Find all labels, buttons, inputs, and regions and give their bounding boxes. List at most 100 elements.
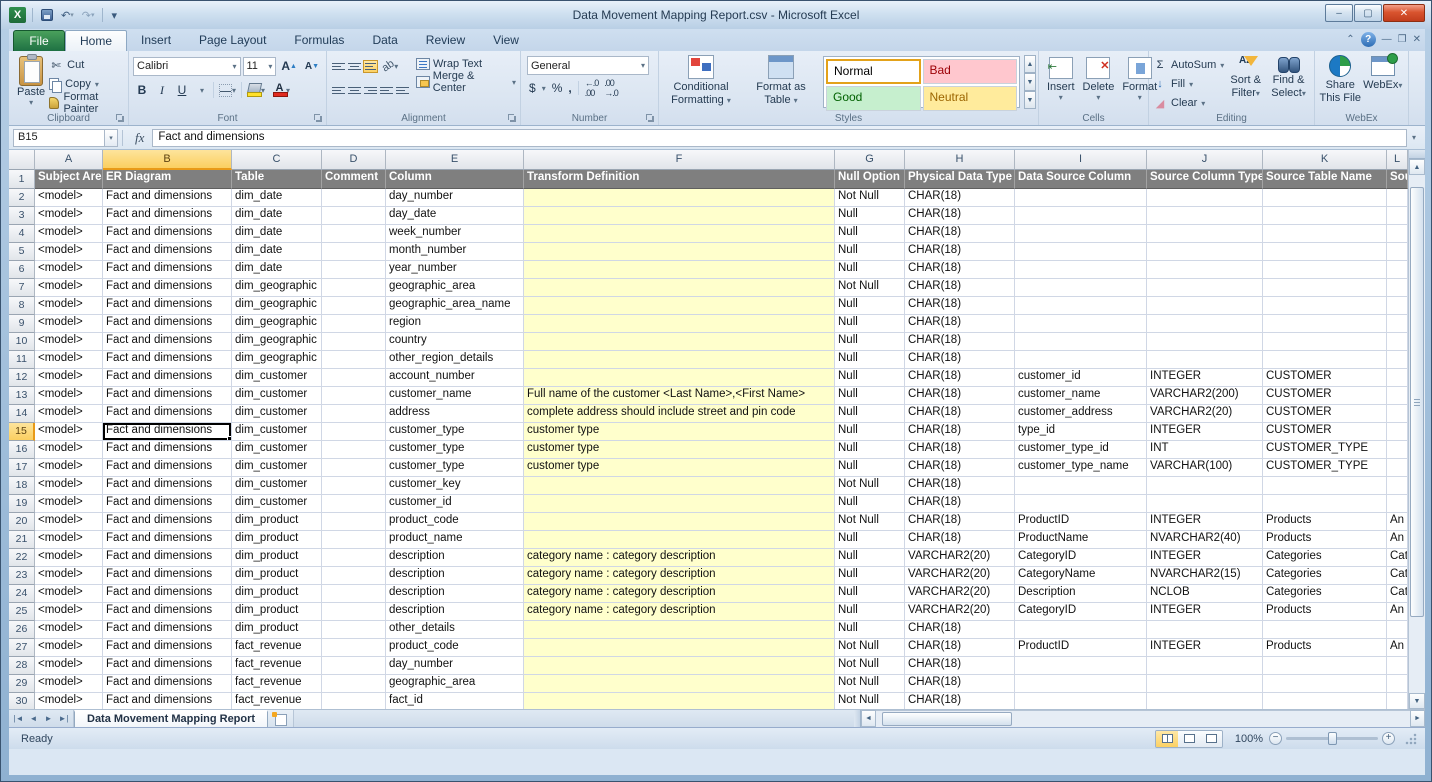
row-header-10[interactable]: 10	[9, 333, 35, 351]
cell[interactable]: Source Table Name	[1263, 170, 1387, 189]
cell[interactable]: Fact and dimensions	[103, 675, 232, 693]
grow-font-button[interactable]: A▲	[278, 57, 300, 76]
insert-cells-button[interactable]: Insert▾	[1043, 54, 1079, 111]
zoom-in-icon[interactable]: +	[1382, 732, 1395, 745]
cell[interactable]: <model>	[35, 189, 103, 207]
row-header-12[interactable]: 12	[9, 369, 35, 387]
cell[interactable]	[1147, 333, 1263, 351]
cell[interactable]: Fact and dimensions	[103, 387, 232, 405]
row-header-20[interactable]: 20	[9, 513, 35, 531]
cell[interactable]	[1263, 207, 1387, 225]
cell[interactable]: customer_id	[1015, 369, 1147, 387]
cell[interactable]	[1015, 189, 1147, 207]
cell[interactable]: INTEGER	[1147, 369, 1263, 387]
cell[interactable]	[1015, 333, 1147, 351]
help-icon[interactable]: ?	[1361, 32, 1376, 47]
cell[interactable]	[322, 657, 386, 675]
cell[interactable]: <model>	[35, 225, 103, 243]
cell[interactable]: dim_product	[232, 621, 322, 639]
cell[interactable]	[1387, 243, 1408, 261]
cell[interactable]: dim_product	[232, 603, 322, 621]
cell[interactable]	[524, 513, 835, 531]
font-color-button[interactable]: A▾	[270, 81, 293, 100]
cell[interactable]: dim_date	[232, 207, 322, 225]
cell[interactable]: Null Option	[835, 170, 905, 189]
fill-button[interactable]: ↓Fill▾	[1153, 76, 1224, 92]
minimize-button[interactable]: –	[1325, 4, 1353, 22]
cell[interactable]	[1147, 675, 1263, 693]
cell[interactable]	[322, 567, 386, 585]
cell[interactable]: <model>	[35, 675, 103, 693]
cell[interactable]: <model>	[35, 387, 103, 405]
cell[interactable]: dim_date	[232, 243, 322, 261]
cell[interactable]	[1147, 315, 1263, 333]
selection-fill-handle[interactable]	[227, 436, 231, 440]
row-header-8[interactable]: 8	[9, 297, 35, 315]
cell[interactable]: product_code	[386, 639, 524, 657]
cell[interactable]: CHAR(18)	[905, 333, 1015, 351]
row-header-3[interactable]: 3	[9, 207, 35, 225]
row-header-9[interactable]: 9	[9, 315, 35, 333]
cell[interactable]: customer_key	[386, 477, 524, 495]
cell[interactable]	[1263, 693, 1387, 709]
scrollbar-track[interactable]	[876, 710, 1410, 727]
cell[interactable]: CategoryID	[1015, 603, 1147, 621]
vertical-scrollbar[interactable]: ▲ ▼	[1408, 150, 1425, 709]
cell[interactable]: country	[386, 333, 524, 351]
cell[interactable]: ProductID	[1015, 513, 1147, 531]
cell[interactable]: Fact and dimensions	[103, 279, 232, 297]
cell[interactable]	[1387, 333, 1408, 351]
cell[interactable]	[524, 477, 835, 495]
cell[interactable]: Cat	[1387, 567, 1408, 585]
row-header-29[interactable]: 29	[9, 675, 35, 693]
cell[interactable]: Null	[835, 207, 905, 225]
cell[interactable]	[1015, 477, 1147, 495]
cell[interactable]: CHAR(18)	[905, 423, 1015, 441]
cell[interactable]: fact_revenue	[232, 639, 322, 657]
cell[interactable]: Null	[835, 333, 905, 351]
cell[interactable]: Fact and dimensions	[103, 585, 232, 603]
cell[interactable]	[1147, 621, 1263, 639]
row-header-23[interactable]: 23	[9, 567, 35, 585]
cell[interactable]: CHAR(18)	[905, 459, 1015, 477]
underline-options[interactable]: ▾	[193, 81, 211, 100]
cell[interactable]: customer type	[524, 459, 835, 477]
select-all-corner[interactable]	[9, 150, 35, 170]
cell[interactable]: Description	[1015, 585, 1147, 603]
cell[interactable]: Not Null	[835, 675, 905, 693]
cell[interactable]	[322, 369, 386, 387]
cell[interactable]: CUSTOMER	[1263, 423, 1387, 441]
cell[interactable]	[1387, 351, 1408, 369]
cell[interactable]	[1147, 279, 1263, 297]
cell[interactable]	[1263, 261, 1387, 279]
cell[interactable]	[524, 531, 835, 549]
tab-data[interactable]: Data	[358, 30, 411, 51]
cell[interactable]	[322, 315, 386, 333]
cell[interactable]	[1263, 351, 1387, 369]
cell[interactable]: Fact and dimensions	[103, 261, 232, 279]
cell[interactable]: dim_customer	[232, 369, 322, 387]
cell[interactable]: VARCHAR2(20)	[905, 585, 1015, 603]
cell[interactable]: Products	[1263, 513, 1387, 531]
cell[interactable]: Not Null	[835, 279, 905, 297]
merge-center-button[interactable]: Merge & Center▾	[416, 74, 516, 90]
style-normal[interactable]: Normal	[826, 59, 921, 84]
cell[interactable]	[1387, 207, 1408, 225]
cell[interactable]: year_number	[386, 261, 524, 279]
tab-insert[interactable]: Insert	[127, 30, 185, 51]
column-header-D[interactable]: D	[322, 150, 386, 170]
cell[interactable]: CUSTOMER	[1263, 387, 1387, 405]
cell[interactable]: CHAR(18)	[905, 369, 1015, 387]
cell[interactable]	[1387, 477, 1408, 495]
font-size-combo[interactable]: 11▾	[243, 57, 277, 76]
delete-cells-button[interactable]: Delete▾	[1079, 54, 1119, 111]
decrease-decimal-button[interactable]: .00→.0	[604, 78, 618, 98]
cell[interactable]	[1147, 207, 1263, 225]
gallery-more-icon[interactable]: ▼	[1024, 91, 1036, 109]
cell[interactable]: CHAR(18)	[905, 477, 1015, 495]
cell[interactable]: Not Null	[835, 477, 905, 495]
cell[interactable]: CHAR(18)	[905, 207, 1015, 225]
cell[interactable]: CHAR(18)	[905, 513, 1015, 531]
cell[interactable]: <model>	[35, 585, 103, 603]
cell[interactable]	[1015, 495, 1147, 513]
